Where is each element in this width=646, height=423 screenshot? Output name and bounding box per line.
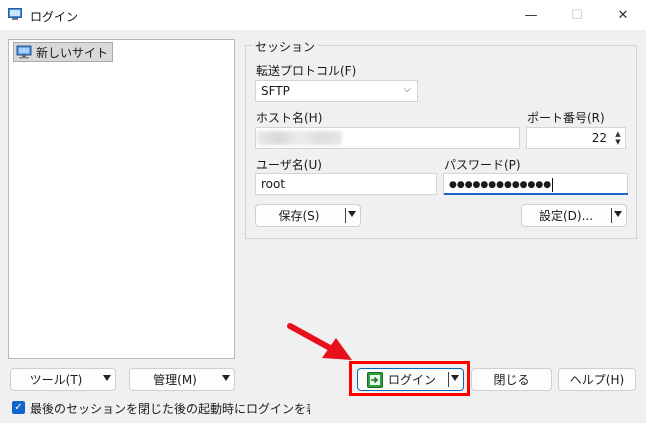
text-cursor [552,177,554,192]
help-button-label: ヘルプ(H) [569,373,625,387]
user-value: root [261,177,286,191]
session-group-label: セッション [252,38,319,55]
login-dialog: ログイン — ☐ ✕ 新しいサイト セッション 転送プロトコル(F) SFTP … [0,0,646,423]
maximize-button[interactable]: ☐ [554,0,600,30]
password-label: パスワード(P) [444,158,521,172]
password-input[interactable]: ●●●●●●●●●●●●● [443,173,628,195]
split-divider [345,208,346,223]
port-value: 22 [591,131,607,145]
close-button[interactable]: 閉じる [471,368,552,391]
dropdown-arrow-icon [222,375,230,381]
manage-button[interactable]: 管理(M) [129,368,235,391]
settings-button-label: 設定(D)... [538,209,594,223]
settings-button[interactable]: 設定(D)... [521,204,627,227]
protocol-select[interactable]: SFTP ⌵ [255,80,418,102]
save-button-label: 保存(S) [278,209,320,223]
title-bar: ログイン — ☐ ✕ [0,0,646,30]
save-button[interactable]: 保存(S) [255,204,361,227]
tools-button[interactable]: ツール(T) [10,368,116,391]
protocol-label: 転送プロトコル(F) [256,64,357,78]
split-divider [611,208,612,223]
password-value: ●●●●●●●●●●●●● [449,179,552,190]
site-tree-item-new-site[interactable]: 新しいサイト [13,42,114,62]
login-button-highlight [349,361,470,396]
user-label: ユーザ名(U) [256,158,322,172]
minimize-button[interactable]: — [508,0,554,30]
help-button[interactable]: ヘルプ(H) [558,368,636,391]
site-tree[interactable]: 新しいサイト [8,39,235,359]
chevron-down-icon: ⌵ [403,84,411,95]
dropdown-arrow-icon[interactable] [348,211,356,217]
dropdown-arrow-icon[interactable] [614,211,622,217]
window-title: ログイン [30,10,79,24]
app-icon [8,8,22,20]
password-focus-underline [444,193,628,195]
red-arrow-icon [287,323,352,360]
host-label: ホスト名(H) [256,111,323,125]
close-window-button[interactable]: ✕ [600,0,646,30]
close-button-label: 閉じる [493,373,530,387]
port-stepper[interactable]: 22 ▲ ▼ [526,127,626,149]
user-input[interactable]: root [255,173,437,195]
host-blurred-value [257,131,342,145]
show-login-checkbox[interactable]: ✓ [12,401,25,414]
manage-button-label: 管理(M) [153,373,197,387]
site-tree-item-label: 新しいサイト [36,45,109,60]
port-label: ポート番号(R) [527,111,605,125]
tools-button-label: ツール(T) [29,373,83,387]
spin-arrows-icon[interactable]: ▲ ▼ [612,129,624,147]
computer-icon [16,45,32,59]
protocol-value: SFTP [261,84,290,98]
show-login-label[interactable]: 最後のセッションを閉じた後の起動時にログインを表示(S) [30,400,310,417]
dropdown-arrow-icon [103,375,111,381]
